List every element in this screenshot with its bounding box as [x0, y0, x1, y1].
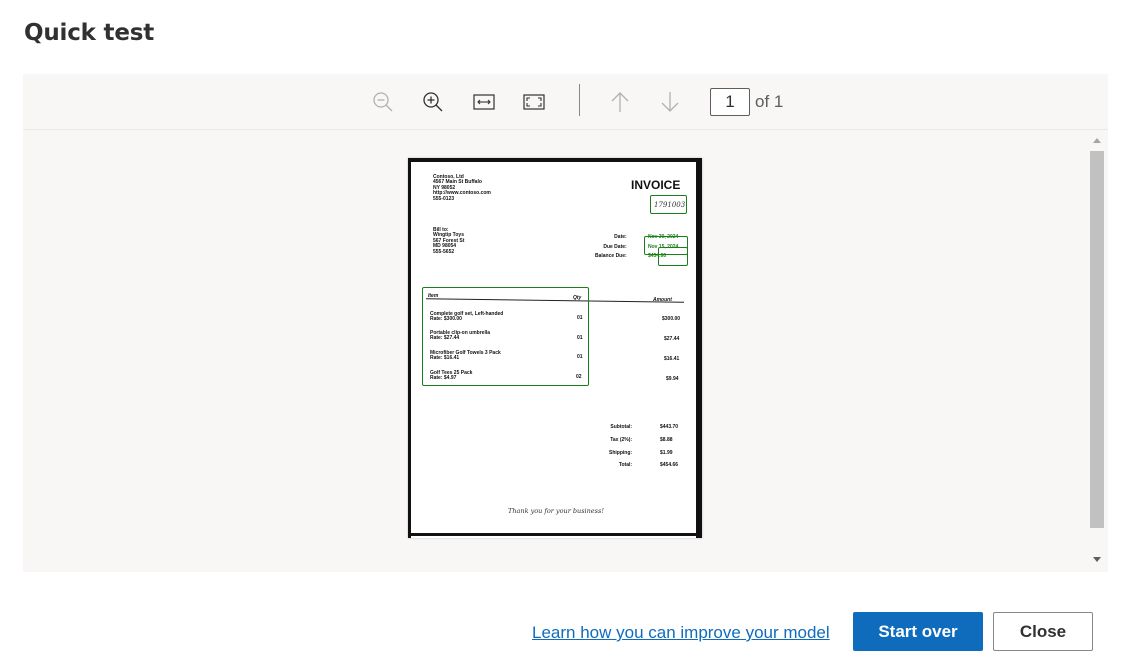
- line-item-1-amount: $300.00: [662, 316, 681, 322]
- line-item-3-qty: 01: [577, 354, 583, 360]
- line-item-2-qty: 01: [577, 335, 583, 341]
- scrollbar-thumb[interactable]: [1090, 151, 1104, 528]
- start-over-button[interactable]: Start over: [853, 612, 983, 651]
- scan-edge-top: [408, 158, 702, 162]
- page-number-input[interactable]: 1: [710, 88, 750, 116]
- triangle-up-icon: [1093, 138, 1101, 143]
- document-canvas: Contoso, Ltd 4567 Main St Buffalo NY 980…: [23, 131, 1086, 572]
- line-item-1-desc: Complete golf set, Left-handed Rate: $30…: [430, 311, 504, 323]
- fit-width-button[interactable]: [470, 88, 498, 116]
- vertical-scrollbar[interactable]: [1086, 131, 1108, 572]
- arrow-up-icon: [611, 92, 629, 112]
- scroll-up-arrow[interactable]: [1092, 135, 1102, 145]
- scan-edge-left: [408, 158, 411, 538]
- line-item-2-amount: $27.44: [664, 336, 680, 342]
- totals-values: $443.70 $8.88 $1.99 $454.66: [660, 424, 679, 469]
- fit-page-button[interactable]: [520, 88, 548, 116]
- line-item-1-qty: 01: [577, 315, 583, 321]
- line-item-2-desc: Portable clip-on umbrella Rate: $27.44: [430, 330, 491, 342]
- fit-width-icon: [473, 94, 495, 110]
- viewer-toolbar: 1 of 1: [23, 74, 1108, 130]
- dialog-title: Quick test: [24, 20, 155, 46]
- line-item-3-amount: $16.41: [664, 356, 680, 362]
- company-address: Contoso, Ltd 4567 Main St Buffalo NY 980…: [433, 174, 491, 202]
- date-labels: Date: Due Date: Balance Due:: [595, 234, 627, 259]
- fit-page-icon: [523, 94, 545, 110]
- zoom-in-icon: [423, 92, 443, 112]
- invoice-heading: INVOICE: [631, 178, 681, 192]
- page-count-label: of 1: [755, 92, 784, 111]
- toolbar-divider: [579, 84, 580, 116]
- totals-labels: Subtotal: Tax (2%): Shipping: Total:: [609, 424, 633, 469]
- zoom-out-icon: [373, 92, 393, 112]
- line-item-3-desc: Microfiber Golf Towels 3 Pack Rate: $16.…: [430, 350, 501, 362]
- line-item-4-qty: 02: [576, 374, 582, 380]
- bill-to-address: Bill to: Wingtip Toys 567 Forest St MD 9…: [433, 227, 465, 255]
- thank-you-note: Thank you for your business!: [508, 507, 604, 515]
- zoom-in-button[interactable]: [419, 88, 447, 116]
- scan-edge-right: [696, 158, 702, 538]
- triangle-down-icon: [1093, 557, 1101, 562]
- line-item-4-desc: Golf Tees 25 Pack Rate: $4.97: [430, 370, 473, 382]
- close-button[interactable]: Close: [993, 612, 1093, 651]
- arrow-down-icon: [661, 92, 679, 112]
- scroll-down-arrow[interactable]: [1092, 555, 1102, 565]
- balance-box: [658, 247, 688, 266]
- scan-edge-bottom: [408, 533, 702, 536]
- next-page-button[interactable]: [656, 88, 684, 116]
- invoice-number: 1791003: [654, 201, 686, 209]
- invoice-page: Contoso, Ltd 4567 Main St Buffalo NY 980…: [408, 158, 702, 538]
- document-viewer: 1 of 1 Contoso, Ltd 4567 Main St Buffalo…: [23, 74, 1108, 572]
- previous-page-button[interactable]: [606, 88, 634, 116]
- line-item-4-amount: $9.94: [666, 376, 679, 382]
- learn-more-link[interactable]: Learn how you can improve your model: [532, 623, 830, 643]
- zoom-out-button[interactable]: [369, 88, 397, 116]
